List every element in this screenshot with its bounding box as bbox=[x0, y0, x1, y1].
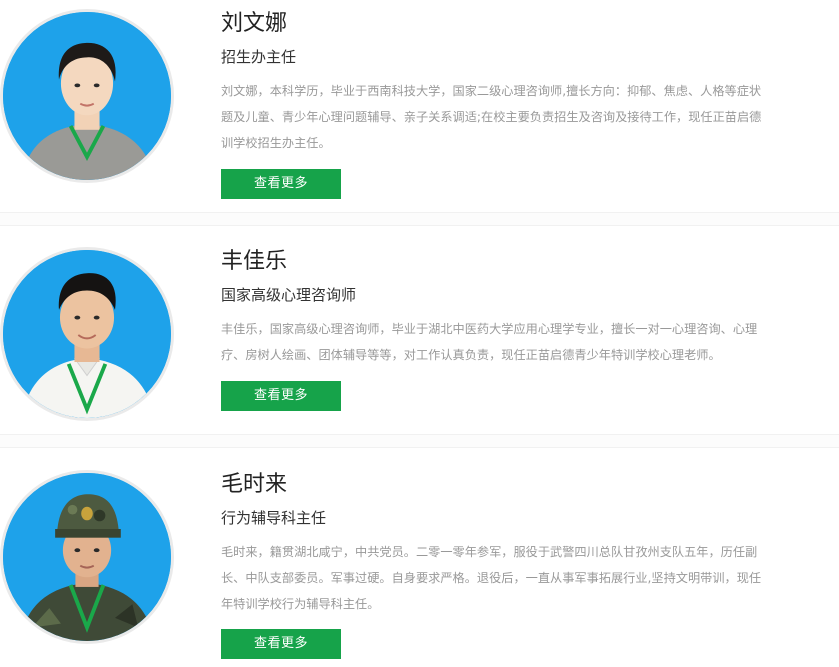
view-more-button[interactable]: 查看更多 bbox=[221, 629, 341, 659]
portrait-image bbox=[3, 12, 171, 180]
staff-title: 招生办主任 bbox=[221, 48, 297, 66]
staff-name: 丰佳乐 bbox=[221, 249, 288, 274]
description-line: 训学校招生办主任。 bbox=[221, 136, 331, 150]
card-divider bbox=[0, 434, 839, 448]
description-line: 刘文娜，本科学历，毕业于西南科技大学，国家二级心理咨询师,擅长方向：抑郁、焦虑、… bbox=[221, 84, 762, 98]
staff-description: 刘文娜，本科学历，毕业于西南科技大学，国家二级心理咨询师,擅长方向：抑郁、焦虑、… bbox=[221, 78, 839, 156]
staff-name: 刘文娜 bbox=[221, 11, 288, 36]
staff-title: 国家高级心理咨询师 bbox=[221, 286, 357, 304]
view-more-button[interactable]: 查看更多 bbox=[221, 381, 341, 411]
staff-description: 毛时来，籍贯湖北咸宁，中共党员。二零一零年参军，服役于武警四川总队甘孜州支队五年… bbox=[221, 539, 839, 617]
staff-name: 毛时来 bbox=[221, 472, 288, 497]
description-line: 长、中队支部委员。军事过硬。自身要求严格。退役后，一直从事军事拓展行业,坚持文明… bbox=[221, 571, 762, 585]
card-divider bbox=[0, 212, 839, 226]
staff-photo bbox=[0, 9, 174, 183]
view-more-button[interactable]: 查看更多 bbox=[221, 169, 341, 199]
staff-description: 丰佳乐，国家高级心理咨询师，毕业于湖北中医药大学应用心理学专业，擅长一对一心理咨… bbox=[221, 316, 839, 368]
staff-list: 刘文娜 招生办主任 刘文娜，本科学历，毕业于西南科技大学，国家二级心理咨询师,擅… bbox=[0, 0, 839, 667]
description-line: 丰佳乐，国家高级心理咨询师，毕业于湖北中医药大学应用心理学专业，擅长一对一心理咨… bbox=[221, 322, 758, 336]
description-line: 疗、房树人绘画、团体辅导等等，对工作认真负责，现任正苗启德青少年特训学校心理老师… bbox=[221, 348, 721, 362]
staff-photo bbox=[0, 247, 174, 421]
description-line: 年特训学校行为辅导科主任。 bbox=[221, 597, 380, 611]
description-line: 毛时来，籍贯湖北咸宁，中共党员。二零一零年参军，服役于武警四川总队甘孜州支队五年… bbox=[221, 545, 758, 559]
description-line: 题及儿童、青少年心理问题辅导、亲子关系调适;在校主要负责招生及咨询及接待工作，现… bbox=[221, 110, 762, 124]
staff-title: 行为辅导科主任 bbox=[221, 509, 327, 527]
staff-photo bbox=[0, 470, 174, 644]
portrait-image bbox=[3, 473, 171, 641]
portrait-image bbox=[3, 250, 171, 418]
